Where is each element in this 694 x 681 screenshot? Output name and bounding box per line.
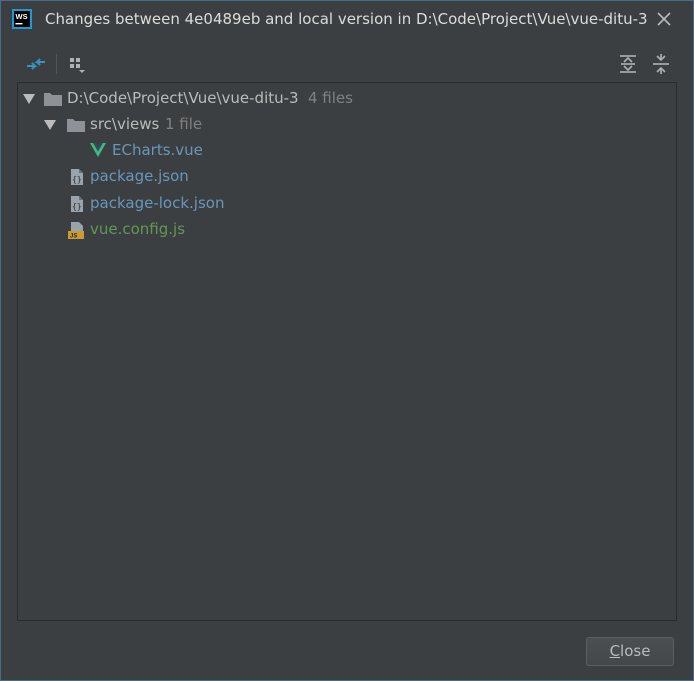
folder-icon	[67, 119, 85, 132]
title-bar[interactable]: WS Changes between 4e0489eb and local ve…	[1, 1, 693, 39]
close-button-mnemonic: C	[609, 642, 621, 660]
folder-icon	[44, 93, 62, 106]
webstorm-icon: WS	[12, 9, 32, 29]
tree-row-file[interactable]: JS vue.config.js	[18, 217, 676, 241]
json-file-icon: {}	[71, 169, 83, 185]
svg-text:WS: WS	[16, 12, 28, 21]
dialog-window: WS Changes between 4e0489eb and local ve…	[0, 0, 694, 681]
expanded-arrow-icon[interactable]	[23, 94, 35, 104]
tree-row-file[interactable]: {} package-lock.json	[18, 191, 676, 215]
group-by-icon[interactable]	[67, 53, 89, 75]
svg-text:{}: {}	[72, 175, 82, 184]
close-button[interactable]: Close	[586, 637, 674, 666]
expanded-arrow-icon[interactable]	[44, 120, 56, 130]
js-file-icon: JS	[68, 222, 84, 240]
folder-file-count: 1 file	[165, 115, 203, 133]
vue-file-icon	[90, 143, 106, 157]
folder-label: src\views	[90, 115, 160, 133]
close-button-label: lose	[620, 642, 651, 660]
root-file-count: 4 files	[308, 89, 353, 107]
tree-row-file[interactable]: {} package.json	[18, 164, 676, 188]
changes-tree[interactable]: D:\Code\Project\Vue\vue-ditu-3 4 files s…	[17, 82, 677, 621]
tree-row-root[interactable]: D:\Code\Project\Vue\vue-ditu-3 4 files	[18, 86, 676, 110]
root-label: D:\Code\Project\Vue\vue-ditu-3	[67, 89, 299, 107]
file-label: package-lock.json	[90, 194, 225, 212]
window-title: Changes between 4e0489eb and local versi…	[45, 10, 648, 28]
tree-row-file[interactable]: ECharts.vue	[18, 138, 676, 162]
json-file-icon: {}	[71, 196, 83, 212]
compare-arrows-icon[interactable]	[25, 53, 47, 75]
collapse-all-icon[interactable]	[650, 53, 672, 75]
svg-text:JS: JS	[70, 234, 77, 240]
toolbar	[17, 51, 679, 79]
expand-all-icon[interactable]	[617, 53, 639, 75]
toolbar-separator	[56, 54, 57, 74]
tree-row-folder[interactable]: src\views 1 file	[18, 112, 676, 136]
file-label: ECharts.vue	[112, 141, 203, 159]
svg-text:{}: {}	[72, 202, 82, 211]
file-label: package.json	[90, 167, 189, 185]
file-label: vue.config.js	[90, 220, 186, 238]
close-icon[interactable]	[655, 10, 673, 28]
